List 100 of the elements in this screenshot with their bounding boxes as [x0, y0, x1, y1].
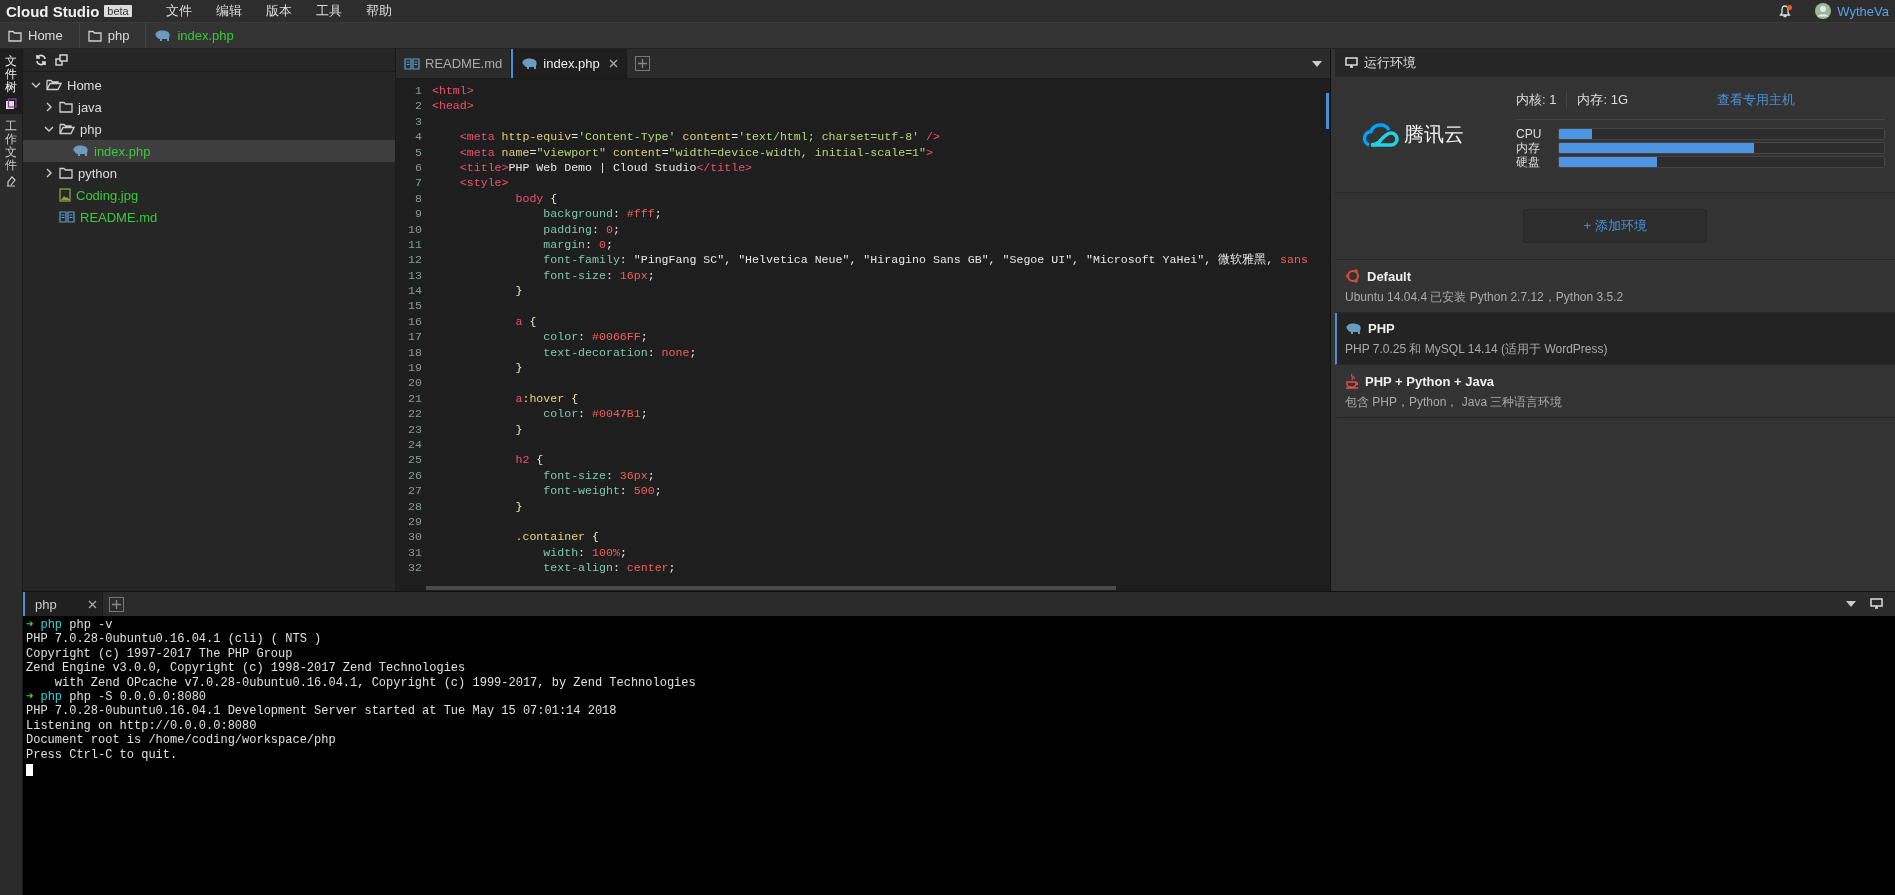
tree-item[interactable]: php	[23, 118, 395, 140]
code-line: text-align: center;	[542, 560, 676, 576]
tree-item[interactable]: Home	[23, 74, 395, 96]
line-number: 5	[414, 144, 422, 160]
line-number: 19	[407, 360, 422, 376]
side-tab[interactable]: 文件树	[0, 49, 22, 114]
code-line: width: 100%;	[542, 544, 627, 561]
folder-icon	[59, 101, 73, 113]
add-tab-icon[interactable]	[634, 56, 650, 71]
chevron-down-icon[interactable]	[44, 125, 54, 133]
terminal-line: Document root is /home/coding/workspace/php	[26, 733, 337, 748]
line-number: 16	[407, 313, 422, 330]
environment-item[interactable]: PHP + Python + Java 包含 PHP，Python， Java 三种语言环境	[1335, 365, 1895, 418]
terminal-line: Zend Engine v3.0.0, Copyright (c) 1998-2017 Zend Technologies	[26, 661, 467, 676]
provider-name: 腾讯云	[1404, 122, 1464, 147]
line-number: 27	[407, 483, 422, 499]
chevron-down-icon[interactable]	[31, 81, 41, 89]
line-number: 17	[407, 329, 422, 345]
tree-item[interactable]: java	[23, 96, 395, 118]
collapse-all-icon[interactable]	[55, 54, 68, 66]
code-line: font-size: 36px;	[542, 467, 655, 484]
code-line: body {	[514, 190, 558, 207]
terminal-line: ➜ php php -v	[26, 618, 114, 633]
beta-badge: beta	[104, 5, 132, 17]
image-file-icon	[59, 188, 71, 202]
breadcrumb-item[interactable]: Home	[0, 23, 80, 48]
bell-icon[interactable]	[1779, 4, 1792, 18]
book-icon	[404, 57, 420, 70]
line-number: 28	[407, 498, 422, 514]
refresh-icon[interactable]	[35, 54, 47, 66]
spec-label: 内核: 1	[1516, 91, 1558, 109]
coffee-cup-icon	[1345, 373, 1359, 389]
terminal-line: Copyright (c) 1997-2017 The PHP Group	[26, 646, 294, 662]
caret-icon[interactable]	[1846, 601, 1856, 607]
line-number: 32	[407, 560, 422, 576]
scrollbar[interactable]	[426, 586, 1116, 590]
line-number: 30	[407, 529, 422, 545]
code-line: }	[514, 283, 523, 299]
code-line: <meta http-equiv='Content-Type' content='text/html; charset=utf-8' />	[458, 129, 940, 145]
code-line: text-decoration: none;	[542, 344, 697, 361]
close-icon[interactable]	[608, 59, 618, 68]
panel-title: 运行环境	[1364, 54, 1416, 72]
host-link[interactable]: 查看专用主机	[1717, 91, 1795, 109]
breadcrumb-item[interactable]: php	[79, 23, 147, 48]
menu-item[interactable]: 文件	[153, 2, 204, 20]
elephant-icon	[72, 145, 89, 157]
breadcrumb-item[interactable]: index.php	[146, 23, 250, 48]
code-line: padding: 0;	[542, 221, 620, 237]
code-line: font-family: "PingFang SC", "Helvetica Neue", "Hiragino Sans GB", "Segoe UI", "Microsoft YaHei", 微软雅黑, sans	[542, 252, 1308, 268]
code-line: background: #fff;	[542, 206, 662, 222]
line-number: 24	[407, 437, 422, 453]
add-environment-button[interactable]: + 添加环境	[1523, 209, 1707, 243]
spec-label: 内存: 1G	[1566, 91, 1639, 109]
code-line: <style>	[458, 175, 509, 191]
folder-icon	[59, 167, 73, 179]
chevron-right-icon[interactable]	[45, 168, 53, 178]
elephant-icon	[1345, 322, 1362, 335]
terminal-line: with Zend OPcache v7.0.28-0ubuntu0.16.04.1, Copyright (c) 1999-2017, by Zend Technologies	[53, 675, 697, 690]
meter-label: 硬盘	[1516, 154, 1541, 171]
menu-item[interactable]: 工具	[303, 2, 354, 20]
tree-item[interactable]: README.md	[23, 206, 395, 228]
code-line: <title>PHP Web Demo | Cloud Studio</title>	[458, 159, 753, 176]
code-line: h2 {	[514, 452, 544, 468]
line-number: 3	[414, 113, 422, 130]
code-line: .container {	[514, 529, 599, 545]
line-number: 9	[414, 206, 422, 222]
add-tab-icon[interactable]	[109, 596, 124, 612]
scrollbar[interactable]	[1326, 93, 1329, 129]
avatar-icon[interactable]	[1815, 3, 1832, 19]
line-number: 2	[414, 98, 422, 114]
line-number: 25	[407, 452, 422, 468]
environment-item[interactable]: PHP PHP 7.0.25 和 MySQL 14.14 (适用于 WordPress)	[1335, 313, 1895, 365]
menu-item[interactable]: 帮助	[353, 2, 404, 20]
line-number: 15	[407, 298, 422, 314]
line-number: 12	[407, 252, 422, 268]
side-tab[interactable]: 工作文件	[0, 113, 22, 192]
line-number: 11	[407, 236, 422, 253]
tree-item[interactable]: python	[23, 162, 395, 184]
menu-item[interactable]: 版本	[253, 2, 304, 20]
code-line: }	[514, 421, 523, 437]
meter-label: 内存	[1516, 139, 1541, 156]
open-folder-icon	[46, 79, 62, 91]
app-brand: Cloud Studio	[6, 2, 100, 20]
tree-item[interactable]: index.php	[23, 140, 395, 162]
caret-icon[interactable]	[1312, 60, 1322, 67]
terminal-tab[interactable]: php	[23, 592, 103, 616]
code-line: <html>	[431, 83, 474, 99]
code-line: margin: 0;	[542, 236, 613, 253]
code-line: font-weight: 500;	[542, 483, 662, 499]
close-icon[interactable]	[88, 599, 97, 609]
chevron-right-icon[interactable]	[45, 102, 53, 112]
user-name[interactable]: WytheVa	[1837, 3, 1889, 19]
code-line: a:hover {	[514, 390, 579, 407]
line-number: 22	[407, 406, 422, 422]
environment-description: PHP 7.0.25 和 MySQL 14.14 (适用于 WordPress)	[1345, 341, 1609, 358]
tree-item[interactable]: Coding.jpg	[23, 184, 395, 206]
editor-tab[interactable]: index.php	[511, 49, 627, 78]
menu-item[interactable]: 编辑	[203, 2, 254, 20]
line-number: 21	[407, 390, 422, 407]
environment-description: 包含 PHP，Python， Java 三种语言环境	[1345, 394, 1564, 411]
